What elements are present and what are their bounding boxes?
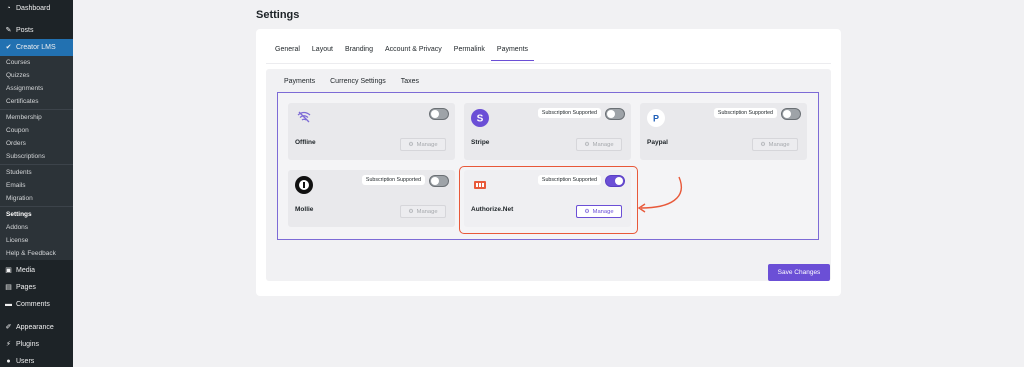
subtab-taxes[interactable]: Taxes (401, 78, 419, 85)
gear-icon: ⚙ (408, 208, 414, 215)
tab-layout[interactable]: Layout (306, 44, 339, 61)
menu-label: Appearance (16, 324, 54, 331)
gateway-card-stripe: S Subscription Supported Stripe ⚙ Manage (464, 103, 631, 160)
submenu-emails[interactable]: Emails (0, 179, 73, 192)
pages-icon: ▤ (5, 284, 12, 291)
admin-sidebar: ◔ Dashboard ✎ Posts ✔ Creator LMS Course… (0, 0, 73, 367)
menu-plugins[interactable]: ⚡ Plugins (0, 336, 73, 353)
tab-branding[interactable]: Branding (339, 44, 379, 61)
svg-text:P: P (653, 114, 659, 124)
submenu-certificates[interactable]: Certificates (0, 95, 73, 108)
users-icon: ● (6, 358, 11, 365)
menu-label: Posts (16, 27, 34, 34)
menu-pages[interactable]: ▤ Pages (0, 279, 73, 296)
tabs-divider (266, 63, 831, 64)
gateway-name: Mollie (295, 206, 314, 213)
submenu-students[interactable]: Students (0, 166, 73, 179)
stripe-toggle[interactable] (605, 108, 625, 120)
tab-general[interactable]: General (269, 44, 306, 61)
submenu-membership[interactable]: Membership (0, 111, 73, 124)
gateway-name: Paypal (647, 139, 668, 146)
manage-label: Manage (416, 208, 438, 215)
submenu-settings[interactable]: Settings (0, 208, 73, 221)
subscription-badge: Subscription Supported (361, 175, 425, 185)
menu-media[interactable]: ▣ Media (0, 262, 73, 279)
menu-label: Comments (16, 301, 50, 308)
menu-label: Plugins (16, 341, 39, 348)
save-changes-button[interactable]: Save Changes (768, 264, 830, 281)
submenu-orders[interactable]: Orders (0, 137, 73, 150)
gateway-name: Offline (295, 139, 316, 146)
subscription-badge: Subscription Supported (537, 108, 601, 118)
settings-tabs: General Layout Branding Account & Privac… (269, 44, 535, 61)
gateway-card-paypal: P Subscription Supported Paypal ⚙ Manage (640, 103, 807, 160)
media-icon: ▣ (5, 267, 12, 274)
paypal-toggle[interactable] (781, 108, 801, 120)
menu-posts[interactable]: ✎ Posts (0, 22, 73, 39)
menu-label: Pages (16, 284, 36, 291)
gear-icon: ⚙ (760, 141, 766, 148)
plugins-icon: ⚡ (6, 341, 11, 348)
paypal-manage-button[interactable]: ⚙ Manage (752, 138, 798, 151)
page-title: Settings (256, 9, 300, 21)
subtab-currency-settings[interactable]: Currency Settings (330, 78, 386, 85)
submenu-assignments[interactable]: Assignments (0, 82, 73, 95)
menu-dashboard[interactable]: ◔ Dashboard (0, 0, 73, 17)
divider (0, 109, 73, 110)
paypal-logo-icon: P (647, 109, 665, 127)
lms-icon: ✔ (5, 44, 12, 51)
mollie-logo-icon (295, 176, 313, 194)
menu-users[interactable]: ● Users (0, 353, 73, 367)
subtab-payments[interactable]: Payments (284, 78, 315, 85)
manage-label: Manage (768, 141, 790, 148)
gateway-card-mollie: Subscription Supported Mollie ⚙ Manage (288, 170, 455, 227)
mollie-manage-button[interactable]: ⚙ Manage (400, 205, 446, 218)
submenu-courses[interactable]: Courses (0, 56, 73, 69)
subscription-badge: Subscription Supported (713, 108, 777, 118)
menu-comments[interactable]: ▬ Comments (0, 296, 73, 313)
divider (0, 206, 73, 207)
stripe-logo-icon: S (471, 109, 489, 127)
appearance-icon: ✐ (5, 324, 12, 331)
submenu-coupon[interactable]: Coupon (0, 124, 73, 137)
mollie-toggle[interactable] (429, 175, 449, 187)
creator-lms-submenu: Courses Quizzes Assignments Certificates… (0, 56, 73, 260)
stripe-manage-button[interactable]: ⚙ Manage (576, 138, 622, 151)
submenu-help-feedback[interactable]: Help & Feedback (0, 247, 73, 260)
offline-toggle[interactable] (429, 108, 449, 120)
gear-icon: ⚙ (408, 141, 414, 148)
menu-label: Media (16, 267, 36, 274)
annotation-highlight-box (459, 166, 638, 234)
annotation-arrow-icon (637, 176, 682, 213)
manage-label: Manage (416, 141, 438, 148)
gear-icon: ⚙ (584, 141, 590, 148)
pin-icon: ✎ (5, 27, 12, 34)
submenu-subscriptions[interactable]: Subscriptions (0, 150, 73, 163)
tab-payments[interactable]: Payments (490, 44, 535, 61)
settings-panel: General Layout Branding Account & Privac… (256, 29, 841, 296)
tab-account-privacy[interactable]: Account & Privacy (379, 44, 448, 61)
gateway-name: Stripe (471, 139, 490, 146)
menu-creator-lms[interactable]: ✔ Creator LMS (0, 39, 73, 56)
comments-icon: ▬ (5, 301, 12, 308)
wifi-off-icon (297, 111, 311, 123)
manage-label: Manage (592, 141, 614, 148)
menu-appearance[interactable]: ✐ Appearance (0, 319, 73, 336)
menu-label: Creator LMS (16, 44, 56, 51)
gateway-card-offline: Offline ⚙ Manage (288, 103, 455, 160)
offline-manage-button[interactable]: ⚙ Manage (400, 138, 446, 151)
submenu-addons[interactable]: Addons (0, 221, 73, 234)
divider (0, 164, 73, 165)
submenu-license[interactable]: License (0, 234, 73, 247)
menu-label: Users (16, 358, 35, 365)
svg-text:S: S (477, 114, 484, 125)
submenu-quizzes[interactable]: Quizzes (0, 69, 73, 82)
menu-label: Dashboard (16, 5, 51, 12)
dashboard-icon: ◔ (6, 5, 11, 12)
payment-subtabs: Payments Currency Settings Taxes (284, 78, 419, 85)
tab-permalink[interactable]: Permalink (448, 44, 491, 61)
submenu-migration[interactable]: Migration (0, 192, 73, 205)
